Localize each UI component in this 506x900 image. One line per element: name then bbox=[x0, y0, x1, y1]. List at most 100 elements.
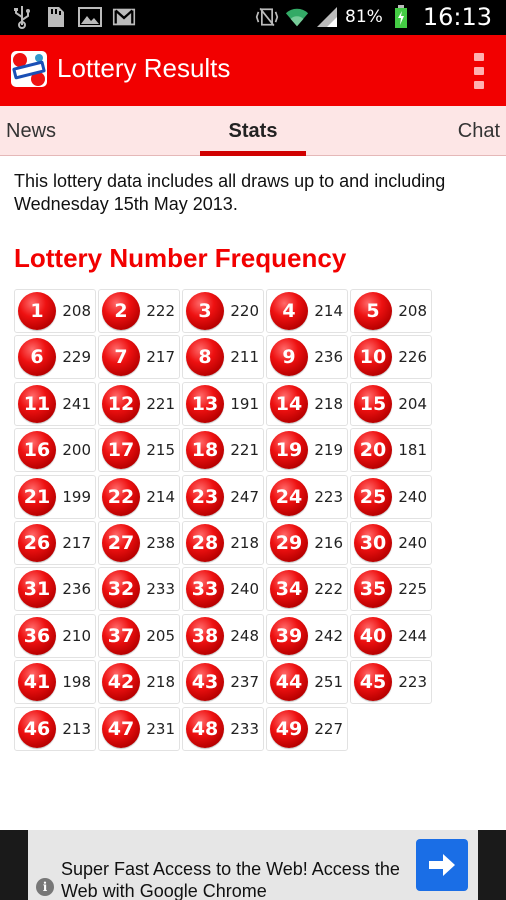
frequency-cell: 10 226 bbox=[350, 335, 432, 380]
action-bar: Lottery Results bbox=[0, 35, 506, 106]
lottery-ball: 4 bbox=[270, 292, 308, 330]
arrow-right-icon[interactable] bbox=[416, 839, 468, 891]
sd-card-icon bbox=[44, 5, 68, 29]
frequency-cell: 30 240 bbox=[350, 520, 432, 565]
lottery-ball: 37 bbox=[102, 616, 140, 655]
lottery-ball: 26 bbox=[18, 523, 56, 562]
lottery-ball: 22 bbox=[102, 477, 140, 516]
frequency-cell: 34 222 bbox=[266, 567, 348, 612]
lottery-ball: 43 bbox=[186, 663, 224, 702]
app-title: Lottery Results bbox=[57, 53, 231, 83]
draw-count: 208 bbox=[62, 302, 91, 320]
lottery-ball: 40 bbox=[354, 616, 392, 655]
tab-chat[interactable]: Chat bbox=[458, 120, 500, 143]
frequency-cell: 21 199 bbox=[14, 474, 96, 519]
frequency-cell: 20 181 bbox=[350, 428, 432, 473]
draw-count: 213 bbox=[62, 719, 91, 738]
section-title: Lottery Number Frequency bbox=[14, 243, 347, 273]
draw-count: 236 bbox=[314, 348, 343, 367]
frequency-cell: 26 217 bbox=[14, 520, 96, 565]
lottery-results-logo[interactable] bbox=[10, 50, 48, 88]
draw-count: 240 bbox=[230, 580, 259, 599]
lottery-ball: 12 bbox=[102, 384, 140, 423]
battery-icon bbox=[389, 5, 413, 29]
lottery-ball: 45 bbox=[354, 663, 392, 702]
draw-count: 240 bbox=[398, 533, 427, 552]
draw-count: 231 bbox=[146, 719, 175, 738]
draw-count: 214 bbox=[146, 487, 175, 506]
draw-count: 244 bbox=[398, 626, 427, 645]
ad-text[interactable]: Super Fast Access to the Web! Access the… bbox=[61, 858, 411, 900]
tab-stats[interactable]: Stats bbox=[0, 120, 506, 143]
draw-count: 200 bbox=[62, 441, 91, 460]
draw-count: 238 bbox=[146, 533, 175, 552]
usb-icon bbox=[10, 5, 34, 29]
lottery-ball: 29 bbox=[270, 523, 308, 562]
intro-text: This lottery data includes all draws up … bbox=[14, 171, 446, 214]
frequency-cell: 25 240 bbox=[350, 474, 432, 519]
lottery-ball: 5 bbox=[354, 292, 392, 330]
tab-strip: News Stats Chat bbox=[0, 106, 506, 156]
frequency-cell: 48 233 bbox=[182, 706, 264, 751]
draw-count: 220 bbox=[230, 302, 259, 320]
draw-count: 221 bbox=[146, 394, 175, 413]
frequency-cell: 35 225 bbox=[350, 567, 432, 612]
draw-count: 205 bbox=[146, 626, 175, 645]
draw-count: 199 bbox=[62, 487, 91, 506]
info-icon[interactable]: i bbox=[36, 878, 54, 896]
frequency-cell: 2 222 bbox=[98, 289, 180, 333]
lottery-ball: 41 bbox=[18, 663, 56, 702]
frequency-cell: 24 223 bbox=[266, 474, 348, 519]
overflow-menu-icon[interactable] bbox=[472, 51, 486, 91]
frequency-cell: 46 213 bbox=[14, 706, 96, 751]
frequency-cell: 37 205 bbox=[98, 613, 180, 658]
lottery-ball: 24 bbox=[270, 477, 308, 516]
draw-count: 217 bbox=[146, 348, 175, 367]
lottery-ball: 32 bbox=[102, 570, 140, 609]
frequency-cell: 4 214 bbox=[266, 289, 348, 333]
draw-count: 216 bbox=[314, 533, 343, 552]
draw-count: 233 bbox=[146, 580, 175, 599]
frequency-cell: 49 227 bbox=[266, 706, 348, 751]
lottery-ball: 46 bbox=[18, 709, 56, 748]
draw-count: 218 bbox=[146, 673, 175, 692]
lottery-ball: 38 bbox=[186, 616, 224, 655]
draw-count: 211 bbox=[230, 348, 259, 367]
frequency-cell: 40 244 bbox=[350, 613, 432, 658]
frequency-cell: 1 208 bbox=[14, 289, 96, 333]
draw-count: 218 bbox=[314, 394, 343, 413]
frequency-cell: 43 237 bbox=[182, 660, 264, 705]
frequency-cell: 15 204 bbox=[350, 381, 432, 426]
draw-count: 222 bbox=[146, 302, 175, 320]
draw-count: 219 bbox=[314, 441, 343, 460]
lottery-ball: 10 bbox=[354, 338, 392, 377]
frequency-cell: 14 218 bbox=[266, 381, 348, 426]
frequency-cell: 41 198 bbox=[14, 660, 96, 705]
frequency-grid: 1 208 2 222 3 220 4 214 5 208 6 229 7 217 8 211 9 236 10 22… bbox=[14, 289, 436, 751]
frequency-cell: 47 231 bbox=[98, 706, 180, 751]
lottery-ball: 28 bbox=[186, 523, 224, 562]
ad-banner[interactable]: Super Fast Access to the Web! Access the… bbox=[0, 830, 506, 900]
selected-tab-indicator bbox=[200, 151, 306, 156]
lottery-ball: 21 bbox=[18, 477, 56, 516]
lottery-ball: 31 bbox=[18, 570, 56, 609]
lottery-ball: 9 bbox=[270, 338, 308, 377]
draw-count: 210 bbox=[62, 626, 91, 645]
frequency-cell: 28 218 bbox=[182, 520, 264, 565]
lottery-ball: 16 bbox=[18, 431, 56, 470]
draw-count: 181 bbox=[398, 441, 427, 460]
draw-count: 217 bbox=[62, 533, 91, 552]
lottery-ball: 44 bbox=[270, 663, 308, 702]
lottery-ball: 1 bbox=[18, 292, 56, 330]
ad-content[interactable]: Super Fast Access to the Web! Access the… bbox=[28, 830, 478, 900]
frequency-cell: 33 240 bbox=[182, 567, 264, 612]
draw-count: 204 bbox=[398, 394, 427, 413]
frequency-cell: 11 241 bbox=[14, 381, 96, 426]
draw-count: 221 bbox=[230, 441, 259, 460]
frequency-cell: 29 216 bbox=[266, 520, 348, 565]
lottery-ball: 18 bbox=[186, 431, 224, 470]
vibrate-icon bbox=[255, 5, 279, 29]
draw-count: 227 bbox=[314, 719, 343, 738]
draw-count: 226 bbox=[398, 348, 427, 367]
lottery-ball: 35 bbox=[354, 570, 392, 609]
